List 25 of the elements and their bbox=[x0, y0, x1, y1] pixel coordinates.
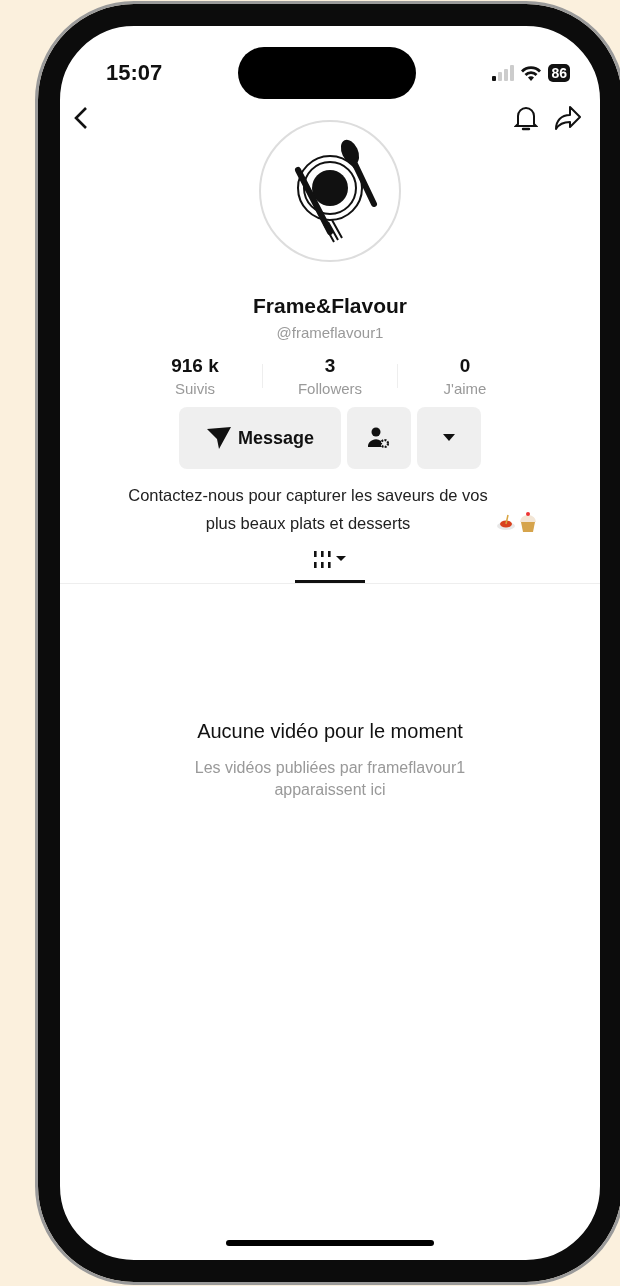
bell-icon[interactable] bbox=[514, 104, 538, 132]
user-gear-icon bbox=[368, 427, 390, 449]
stat-value: 0 bbox=[459, 355, 471, 377]
empty-subtitle: Les vidéos publiées par frameflavour1 apparaissent ici bbox=[193, 758, 467, 800]
profile-name: Frame&Flavour bbox=[252, 294, 407, 318]
spaghetti-icon bbox=[496, 513, 516, 533]
profile-handle: @frameflavour1 bbox=[276, 324, 384, 341]
back-icon[interactable] bbox=[74, 106, 88, 130]
stat-value: 3 bbox=[324, 355, 336, 377]
stat-value: 916 k bbox=[171, 355, 219, 377]
wifi-icon bbox=[520, 65, 543, 81]
user-settings-button[interactable] bbox=[347, 407, 411, 469]
stat-label: Suivis bbox=[175, 380, 215, 397]
caret-icon bbox=[443, 434, 455, 442]
battery-indicator: 86 bbox=[548, 64, 570, 82]
share-icon[interactable] bbox=[554, 105, 582, 131]
message-button[interactable]: Message bbox=[179, 407, 341, 469]
stat-label: Followers bbox=[297, 380, 363, 397]
cupcake-icon bbox=[518, 511, 538, 533]
signal-icon bbox=[492, 65, 515, 81]
empty-title: Aucune vidéo pour le moment bbox=[197, 720, 463, 743]
paper-plane-icon bbox=[205, 426, 232, 450]
profile-bio: Contactez-nous pour capturer les saveurs de vos plus beaux plats et desserts bbox=[127, 485, 489, 534]
status-time: 15:07 bbox=[106, 60, 163, 86]
stat-label: J'aime bbox=[443, 380, 487, 397]
